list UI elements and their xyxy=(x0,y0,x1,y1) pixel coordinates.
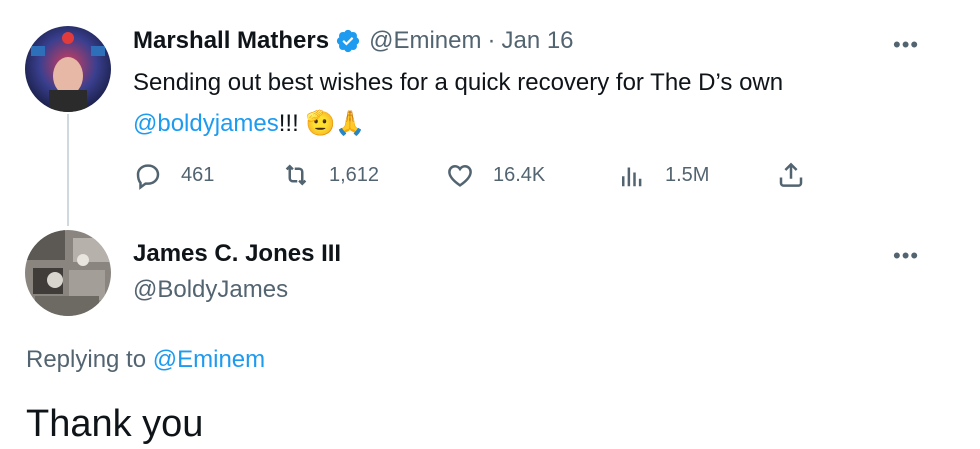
heart-icon xyxy=(448,164,472,187)
reply-action[interactable]: 461 xyxy=(133,160,214,190)
like-count: 16.4K xyxy=(493,163,546,186)
emoji-salute-pray: 🫡🙏 xyxy=(305,110,366,137)
replying-to-label: Replying to xyxy=(26,346,147,373)
avatar-image xyxy=(25,230,111,316)
reply-count: 461 xyxy=(181,163,215,186)
avatar-marshall-mathers[interactable] xyxy=(25,26,111,112)
share-action[interactable] xyxy=(776,160,806,190)
retweet-action[interactable]: 1,612 xyxy=(281,160,379,190)
tweet-text: Sending out best wishes for a quick reco… xyxy=(133,62,933,144)
thread-connector-line xyxy=(67,114,69,226)
author-name[interactable]: Marshall Mathers xyxy=(133,27,329,55)
views-count: 1.5M xyxy=(665,163,710,186)
tweet-header: Marshall Mathers @Eminem · Jan 16 xyxy=(133,27,574,55)
retweet-icon xyxy=(285,164,307,186)
tweet-date[interactable]: Jan 16 xyxy=(501,27,573,55)
replying-to-mention[interactable]: @Eminem xyxy=(153,346,265,373)
reply-text: Thank you xyxy=(26,403,204,445)
share-icon xyxy=(779,162,803,187)
mention-link[interactable]: @boldyjames xyxy=(133,110,279,137)
reply-author-handle[interactable]: @BoldyJames xyxy=(133,276,288,304)
separator-dot: · xyxy=(487,27,496,54)
tweet-text-line2: @boldyjames!!! 🫡🙏 xyxy=(133,103,933,144)
replying-to: Replying to @Eminem xyxy=(26,346,265,374)
reply-more-options-icon[interactable]: ••• xyxy=(893,243,919,269)
retweet-count: 1,612 xyxy=(329,163,380,186)
avatar-image xyxy=(25,26,111,112)
tweet-text-end: !!! xyxy=(278,110,299,137)
views-action[interactable]: 1.5M xyxy=(617,160,709,190)
tweet-text-line1: Sending out best wishes for a quick reco… xyxy=(133,69,784,96)
avatar-james-c-jones[interactable] xyxy=(25,230,111,316)
more-options-icon[interactable]: ••• xyxy=(893,32,919,58)
like-action[interactable]: 16.4K xyxy=(445,160,545,190)
reply-author-name[interactable]: James C. Jones III xyxy=(133,240,341,268)
analytics-icon xyxy=(622,167,642,187)
author-handle[interactable]: @Eminem xyxy=(369,27,481,55)
verified-badge-icon xyxy=(335,28,361,54)
reply-icon xyxy=(136,164,160,190)
